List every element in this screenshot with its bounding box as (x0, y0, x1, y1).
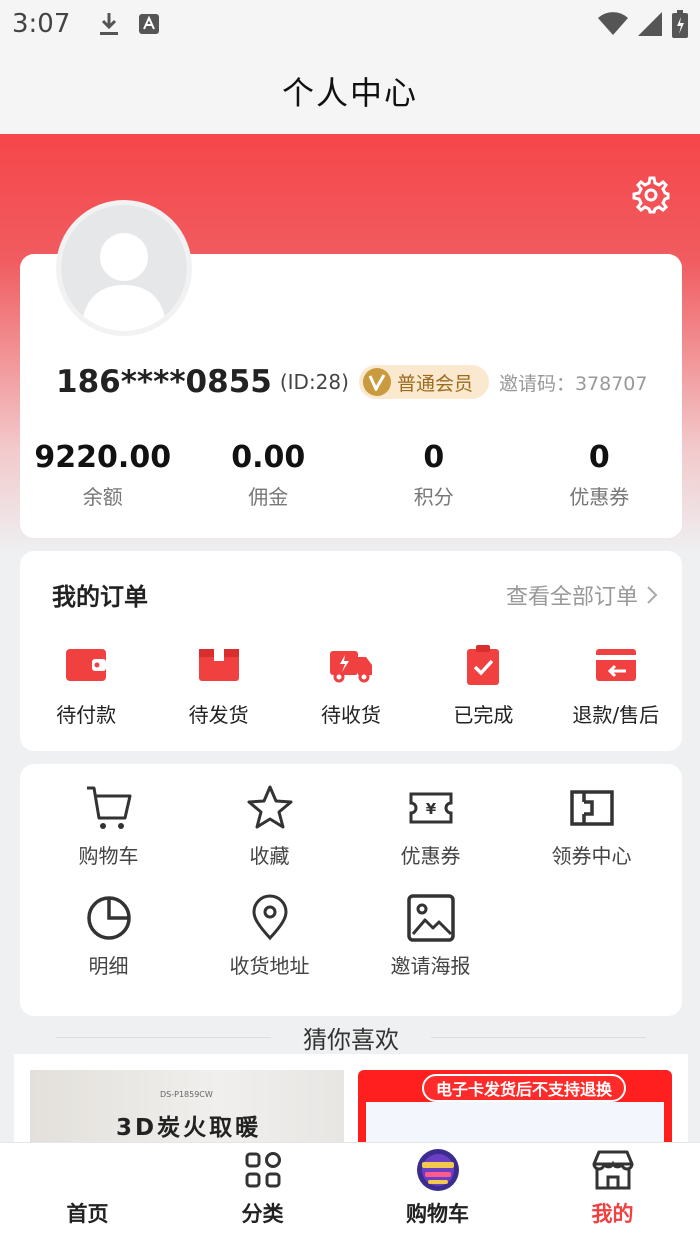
wallet-icon (66, 649, 107, 681)
tool-label: 购物车 (78, 844, 139, 868)
stat-value: 0.00 (231, 440, 306, 475)
wifi-icon (598, 12, 628, 35)
vip-v-icon (362, 368, 391, 396)
nav-label: 首页 (66, 1202, 109, 1226)
tool-coupon-center[interactable]: 领券中心 (511, 782, 672, 892)
recommendations-list: DS-P1859CW 3D炭火取暖 电子卡发货后不支持退换 (14, 1054, 688, 1154)
nav-mine[interactable]: 我的 (525, 1143, 700, 1244)
product-image-text: 3D炭火取暖 (116, 1115, 262, 1141)
invite-code[interactable]: 邀请码：378707 (499, 369, 648, 396)
tool-label: 明细 (88, 954, 129, 978)
settings-gear-icon[interactable] (632, 176, 670, 214)
divider (56, 1036, 271, 1038)
tool-label: 优惠券 (400, 844, 461, 868)
order-item-label: 已完成 (453, 703, 514, 727)
tool-favorites[interactable]: 收藏 (189, 782, 350, 892)
stat-balance[interactable]: 9220.00 余额 (20, 440, 186, 510)
divider (431, 1036, 646, 1038)
user-id: (ID:28) (279, 370, 349, 394)
tool-cart[interactable]: 购物车 (28, 782, 189, 892)
order-item-label: 退款/售后 (572, 703, 660, 727)
keyboard-a-icon (139, 14, 160, 34)
stat-label: 优惠券 (569, 485, 630, 509)
order-pending-payment[interactable]: 待付款 (20, 645, 152, 728)
recommendations-header: 猜你喜欢 (56, 1020, 646, 1054)
download-icon (100, 13, 119, 35)
tools-card: 购物车 收藏 ¥ 优惠券 领券中心 明细 收货地址 邀请海报 (20, 764, 682, 1016)
ticket-icon (569, 790, 614, 826)
member-level-label: 普通会员 (396, 372, 473, 395)
product-card[interactable]: 电子卡发货后不支持退换 (358, 1070, 672, 1150)
page-title: 个人中心 (281, 74, 418, 112)
order-item-label: 待收货 (320, 703, 381, 727)
order-item-label: 待发货 (188, 703, 249, 727)
product-card[interactable]: DS-P1859CW 3D炭火取暖 (30, 1070, 344, 1150)
stat-value: 0 (588, 440, 610, 475)
truck-icon (329, 651, 372, 683)
refund-icon (595, 649, 636, 681)
bottom-nav: 首页 分类 购物车 我的 (0, 1142, 700, 1244)
stat-coupons[interactable]: 0 优惠券 (517, 440, 683, 510)
avatar[interactable] (56, 200, 192, 336)
tool-label: 收货地址 (229, 954, 310, 978)
nav-cart[interactable]: 购物车 (350, 1143, 525, 1244)
tool-details[interactable]: 明细 (28, 892, 189, 1002)
tool-coupons[interactable]: ¥ 优惠券 (350, 782, 511, 892)
signal-icon (638, 12, 662, 36)
location-pin-icon (251, 894, 288, 941)
nav-label: 购物车 (406, 1202, 469, 1226)
stat-label: 余额 (82, 485, 123, 509)
stat-label: 积分 (413, 485, 454, 509)
account-stats: 9220.00 余额 0.00 佣金 0 积分 0 优惠券 (20, 440, 682, 510)
title-bar: 个人中心 (0, 48, 700, 134)
order-item-label: 待付款 (56, 703, 117, 727)
stat-value: 0 (423, 440, 445, 475)
member-level-badge: 普通会员 (358, 365, 489, 399)
user-phone: 186****0855 (56, 364, 272, 400)
view-all-orders-label: 查看全部订单 (505, 585, 638, 610)
product-model: DS-P1859CW (160, 1090, 213, 1099)
chevron-right-icon (647, 586, 658, 604)
stat-commission[interactable]: 0.00 佣金 (186, 440, 352, 510)
tool-label: 邀请海报 (390, 954, 471, 978)
orders-card: 我的订单 查看全部订单 待付款 待发货 待收货 已完成 退款/售后 (20, 551, 682, 751)
recommendations-title: 猜你喜欢 (303, 1025, 399, 1054)
nav-home[interactable]: 首页 (0, 1143, 175, 1244)
tool-address[interactable]: 收货地址 (189, 892, 350, 1002)
tools-grid: 购物车 收藏 ¥ 优惠券 领券中心 明细 收货地址 邀请海报 (28, 782, 674, 1002)
tool-invite-poster[interactable]: 邀请海报 (350, 892, 511, 1002)
box-icon (198, 649, 239, 681)
image-icon (406, 894, 455, 942)
status-time: 3:07 (12, 9, 71, 39)
coupon-icon: ¥ (409, 792, 452, 824)
shop-icon (592, 1150, 633, 1190)
star-icon (247, 785, 292, 829)
order-completed[interactable]: 已完成 (417, 645, 549, 728)
nav-label: 分类 (241, 1202, 284, 1226)
order-pending-receipt[interactable]: 待收货 (285, 645, 417, 728)
grid-icon (245, 1152, 281, 1188)
orders-title: 我的订单 (52, 583, 148, 611)
order-refund-aftersale[interactable]: 退款/售后 (550, 645, 682, 728)
status-bar: 3:07 (0, 0, 700, 48)
stat-points[interactable]: 0 积分 (351, 440, 517, 510)
tool-label: 收藏 (249, 844, 290, 868)
pie-chart-icon (86, 896, 131, 940)
nav-category[interactable]: 分类 (175, 1143, 350, 1244)
battery-icon (672, 10, 688, 38)
stat-value: 9220.00 (34, 440, 172, 475)
avatar-placeholder-icon (81, 233, 167, 331)
svg-text:¥: ¥ (425, 800, 436, 818)
cart-icon (86, 786, 131, 829)
order-status-row: 待付款 待发货 待收货 已完成 退款/售后 (20, 645, 682, 728)
product-banner-text: 电子卡发货后不支持退换 (422, 1074, 627, 1102)
stat-label: 佣金 (248, 485, 289, 509)
nav-label: 我的 (591, 1202, 634, 1226)
clipboard-check-icon (467, 645, 500, 685)
cart-promo-icon (416, 1149, 459, 1191)
view-all-orders-link[interactable]: 查看全部订单 (506, 579, 658, 611)
tool-label: 领券中心 (551, 844, 632, 868)
order-pending-shipment[interactable]: 待发货 (152, 645, 284, 728)
user-info-row: 186****0855 (ID:28) 普通会员 邀请码：378707 (56, 364, 647, 400)
